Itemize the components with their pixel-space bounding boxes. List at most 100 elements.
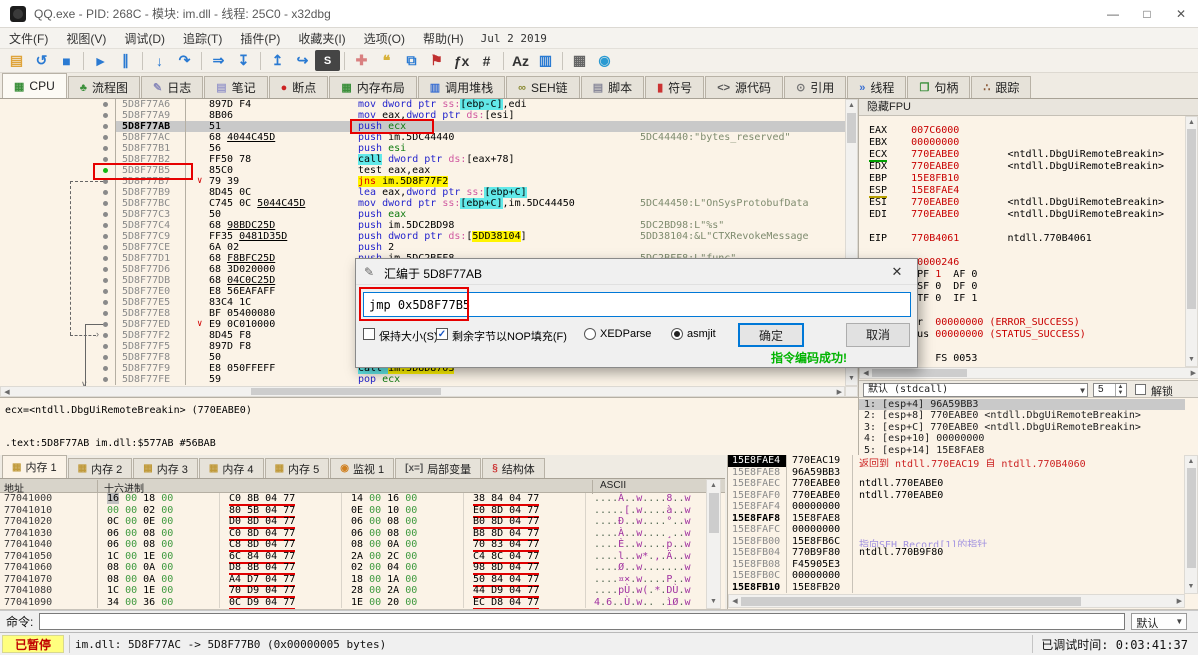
stack-argument-row[interactable]: 3: [esp+C] 770EABE0 <ntdll.DbgUiRemoteBr…: [859, 422, 1185, 433]
calling-convention-select[interactable]: 默认 (stdcall) ▼: [863, 383, 1088, 397]
stack-row[interactable]: 15E8FB04 770B9F80 ntdll.770B9F80: [728, 547, 1198, 559]
menu-item[interactable]: 文件(F): [0, 28, 57, 49]
register-line[interactable]: EBX 00000000: [869, 137, 1184, 149]
tab-graph[interactable]: ♣ 流程图: [67, 76, 140, 98]
row-dot-icon[interactable]: [103, 113, 108, 118]
labels-icon[interactable]: ⧉: [399, 50, 424, 71]
row-dot-icon[interactable]: [103, 146, 108, 151]
run-to-user-code-icon[interactable]: ↪: [290, 50, 315, 71]
disassembly-horizontal-scrollbar[interactable]: ◀ ▶: [0, 386, 845, 397]
stack-horizontal-scrollbar[interactable]: ◀ ▶: [728, 594, 1185, 608]
dump-row[interactable]: 77041000 16 00 18 00 C0 8B 04 77 14 00 16 0…: [0, 493, 696, 506]
restart-icon[interactable]: ↺: [29, 50, 54, 71]
stop-icon[interactable]: ■: [54, 50, 79, 71]
scylla-icon[interactable]: S: [315, 50, 340, 71]
xedparse-radio[interactable]: [584, 328, 596, 340]
disasm-row[interactable]: 5D8F77FE 59 pop ecx: [0, 374, 845, 385]
stack-row[interactable]: 15E8FAE4 770EAC19 返回到 ntdll.770EAC19 自 ntd…: [728, 455, 1198, 467]
row-dot-icon[interactable]: [103, 377, 108, 382]
dump-row[interactable]: 77041030 06 00 08 00 C0 8D 04 77 06 00 08 0…: [0, 527, 696, 541]
keep-size-checkbox[interactable]: ✓: [363, 328, 375, 340]
row-dot-icon[interactable]: [103, 256, 108, 261]
command-mode-select[interactable]: 默认 ▼: [1131, 613, 1188, 630]
dump-tab-memory[interactable]: ▦ 内存 5: [264, 458, 330, 478]
tab-memory-map[interactable]: ▦ 内存布局: [329, 76, 417, 98]
stack-row[interactable]: 15E8FB0C 00000000: [728, 570, 1198, 582]
row-dot-icon[interactable]: [103, 212, 108, 217]
stack-arguments-list[interactable]: 1: [esp+4] 96A59BB3 2: [esp+8] 770EABE0 <…: [859, 399, 1185, 456]
tab-seh-chain[interactable]: ∞ SEH链: [506, 76, 580, 98]
ok-button[interactable]: 确定: [738, 323, 804, 347]
tab-trace[interactable]: ∴ 跟踪: [971, 76, 1032, 98]
hide-fpu-button[interactable]: 隐藏FPU: [859, 99, 1198, 116]
row-dot-icon[interactable]: [103, 102, 108, 107]
row-dot-icon[interactable]: [103, 201, 108, 206]
register-line[interactable]: ESP 15E8FAE4: [869, 185, 1184, 198]
dump-row[interactable]: 77041080 1C 00 1E 00 70 D9 04 77 28 00 2A 0…: [0, 585, 696, 598]
row-dot-icon[interactable]: [103, 366, 108, 371]
row-dot-icon[interactable]: [103, 157, 108, 162]
row-dot-icon[interactable]: [103, 355, 108, 360]
open-file-icon[interactable]: ▤: [4, 50, 29, 71]
shortcuts-icon[interactable]: #: [474, 50, 499, 71]
disasm-row[interactable]: 5D8F77B9 8D45 0C lea eax,dword ptr ss:[ebp…: [0, 187, 845, 198]
unlock-checkbox[interactable]: [1135, 384, 1146, 395]
execute-till-return-icon[interactable]: ⇒: [206, 50, 231, 71]
dump-tab-struct[interactable]: § 结构体: [482, 458, 545, 478]
menu-item[interactable]: 调试(D): [115, 28, 174, 49]
stack-row[interactable]: 15E8FAF0 770EABE0 ntdll.770EABE0: [728, 489, 1198, 501]
disasm-row[interactable]: 5D8F77B1 56 push esi: [0, 143, 845, 154]
row-dot-icon[interactable]: [103, 344, 108, 349]
stack-vertical-scrollbar[interactable]: ▲ ▼: [1184, 455, 1198, 594]
register-line[interactable]: EIP 770B4061 ntdll.770B4061: [869, 233, 1184, 245]
row-dot-icon[interactable]: [103, 234, 108, 239]
row-dot-icon[interactable]: [103, 124, 108, 129]
nop-fill-checkbox[interactable]: ✓: [436, 328, 448, 340]
tab-call-stack[interactable]: ▥ 调用堆栈: [417, 76, 506, 98]
register-line[interactable]: [869, 221, 1184, 233]
dump-tab-memory[interactable]: ▦ 内存 2: [67, 458, 133, 478]
stack-argument-row[interactable]: 1: [esp+4] 96A59BB3: [859, 399, 1185, 411]
stack-row[interactable]: 15E8FAFC 00000000: [728, 524, 1198, 536]
website-icon[interactable]: ◉: [592, 50, 617, 71]
row-dot-icon[interactable]: [103, 245, 108, 250]
stack-panel[interactable]: 15E8FAE4 770EAC19 返回到 ntdll.770EAC19 自 ntd…: [727, 455, 1198, 609]
row-dot-icon[interactable]: [103, 190, 108, 195]
stack-row[interactable]: 15E8FB10 15E8FB20: [728, 581, 1198, 593]
row-dot-icon[interactable]: [103, 300, 108, 305]
stack-argument-row[interactable]: 2: [esp+8] 770EABE0 <ntdll.DbgUiRemoteBr…: [859, 410, 1185, 421]
dump-row[interactable]: 77041090 34 00 36 00 0C D9 04 77 1E 00 20 0…: [0, 596, 696, 610]
stack-row[interactable]: 15E8FAF4 00000000: [728, 501, 1198, 513]
tab-references[interactable]: ⊙ 引用: [784, 76, 847, 98]
menu-item[interactable]: 选项(O): [355, 28, 414, 49]
cancel-button[interactable]: 取消: [846, 323, 910, 347]
dialog-title-bar[interactable]: ✎ 汇编于 5D8F77AB ✕: [356, 259, 917, 285]
comments-icon[interactable]: ❝: [374, 50, 399, 71]
menu-item[interactable]: 收藏夹(I): [289, 28, 354, 49]
row-dot-icon[interactable]: [103, 267, 108, 272]
dump-row[interactable]: 77041010 00 00 02 00 80 5B 04 77 0E 00 10 0…: [0, 504, 696, 518]
step-out-icon[interactable]: ↧: [231, 50, 256, 71]
stack-row[interactable]: 15E8FB00 15E8FB6C 指向SEH_Record[1]的指针: [728, 535, 1198, 547]
step-into-icon[interactable]: ↓: [147, 50, 172, 71]
dump-tab-locals[interactable]: [x=] 局部变量: [395, 458, 482, 478]
register-line[interactable]: EDI 770EABE0 <ntdll.DbgUiRemoteBreakin>: [869, 209, 1184, 221]
row-dot-icon[interactable]: [103, 311, 108, 316]
patches-icon[interactable]: ✚: [349, 50, 374, 71]
menu-item[interactable]: 视图(V): [57, 28, 115, 49]
registers-horizontal-scrollbar[interactable]: ◀ ▶: [859, 367, 1198, 379]
menu-item[interactable]: 帮助(H): [414, 28, 473, 49]
dump-tab-memory[interactable]: ▦ 内存 3: [133, 458, 198, 478]
menu-item[interactable]: 追踪(T): [174, 28, 231, 49]
stack-row[interactable]: 15E8FAEC 770EABE0 ntdll.770EABE0: [728, 478, 1198, 490]
row-dot-icon[interactable]: [103, 289, 108, 294]
disasm-row[interactable]: 5D8F77BC C745 0C 5044C45D mov dword ptr ss…: [0, 198, 845, 209]
menu-item[interactable]: 插件(P): [231, 28, 289, 49]
calculator-icon[interactable]: ▦: [567, 50, 592, 71]
dump-rows[interactable]: 77041000 16 00 18 00 C0 8B 04 77 14 00 16 0…: [0, 493, 696, 610]
dump-tab-memory[interactable]: ▦ 内存 1: [2, 455, 67, 478]
dump-row[interactable]: 77041060 08 00 0A 00 D8 8B 04 77 02 00 04 0…: [0, 562, 696, 575]
modules-icon[interactable]: ▥: [533, 50, 558, 71]
disasm-row[interactable]: 5D8F77C4 68 98BDC25D push im.5DC2BD98 5DC2B…: [0, 220, 845, 231]
tab-notes[interactable]: ▤ 笔记: [204, 76, 268, 98]
